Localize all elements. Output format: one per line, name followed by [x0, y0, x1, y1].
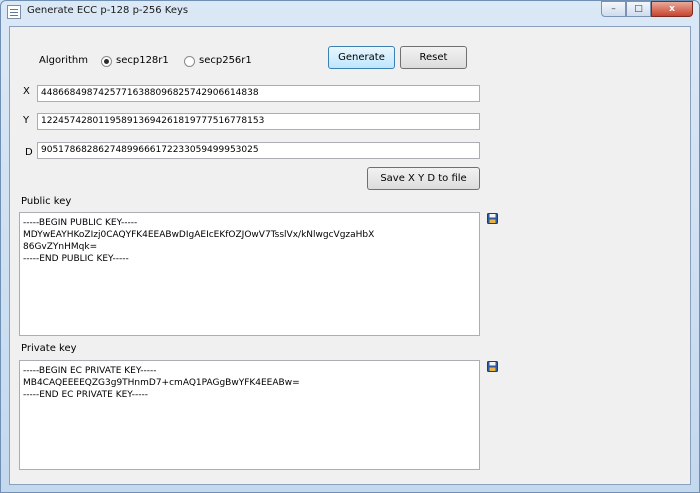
algorithm-label: Algorithm — [39, 55, 88, 66]
floppy-disk-icon[interactable] — [487, 361, 498, 372]
window-title: Generate ECC p-128 p-256 Keys — [27, 5, 189, 16]
radio-secp128r1-label[interactable]: secp128r1 — [116, 55, 169, 66]
public-key-textarea[interactable]: -----BEGIN PUBLIC KEY----- MDYwEAYHKoZIz… — [19, 212, 480, 336]
radio-secp256r1-label[interactable]: secp256r1 — [199, 55, 252, 66]
minimize-button[interactable]: – — [601, 1, 626, 17]
y-field[interactable]: 122457428011958913694261819777516778153 — [37, 113, 480, 130]
form-client-area: Algorithm secp128r1 secp256r1 Generate R… — [9, 26, 691, 485]
radio-secp256r1[interactable] — [184, 56, 195, 67]
title-bar[interactable]: Generate ECC p-128 p-256 Keys – □ x — [1, 1, 699, 23]
maximize-button[interactable]: □ — [626, 1, 651, 17]
floppy-disk-icon[interactable] — [487, 213, 498, 224]
reset-button[interactable]: Reset — [400, 46, 467, 69]
app-window: Generate ECC p-128 p-256 Keys – □ x Algo… — [0, 0, 700, 493]
public-key-label: Public key — [21, 196, 72, 207]
d-label: D — [25, 147, 33, 158]
y-label: Y — [23, 115, 30, 126]
private-key-label: Private key — [21, 343, 77, 354]
x-field[interactable]: 44866849874257716388096825742906614838 — [37, 85, 480, 102]
generate-button[interactable]: Generate — [328, 46, 395, 69]
caption-buttons: – □ x — [601, 1, 693, 17]
d-field[interactable]: 90517868286274899666172233059499953025 — [37, 142, 480, 159]
close-button[interactable]: x — [651, 1, 693, 17]
save-xyd-button[interactable]: Save X Y D to file — [367, 167, 480, 190]
radio-secp128r1[interactable] — [101, 56, 112, 67]
private-key-textarea[interactable]: -----BEGIN EC PRIVATE KEY----- MB4CAQEEE… — [19, 360, 480, 470]
app-icon[interactable] — [7, 5, 21, 19]
x-label: X — [23, 86, 30, 97]
